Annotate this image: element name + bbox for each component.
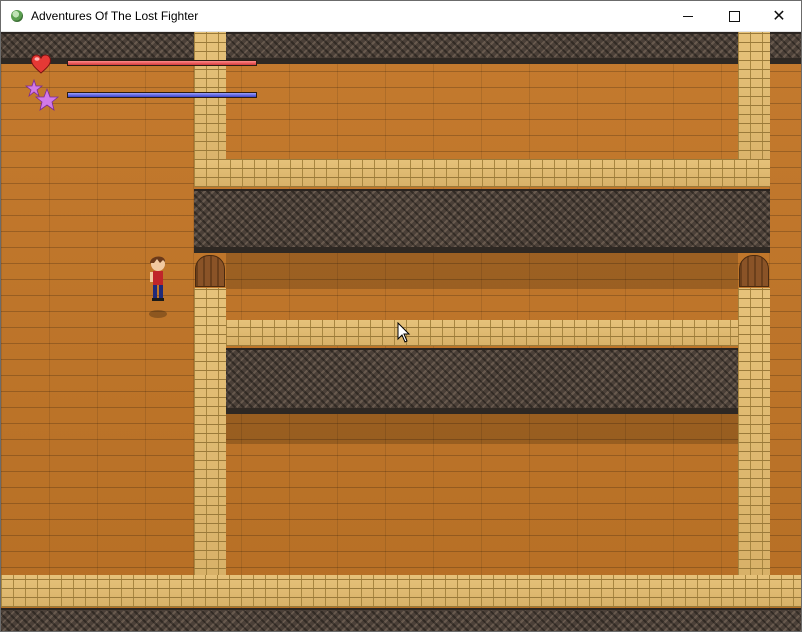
- window-title: Adventures Of The Lost Fighter: [31, 9, 199, 23]
- middle-wall-block: [226, 348, 738, 414]
- upper-wall-shadow: [226, 253, 738, 289]
- middle-ledge: [226, 320, 738, 346]
- upper-ledge: [194, 159, 770, 187]
- close-button[interactable]: ✕: [756, 1, 801, 31]
- upper-wall-block: [194, 189, 770, 253]
- player-character: [149, 256, 167, 318]
- mana-bar: [67, 92, 257, 98]
- bottom-wall: [1, 608, 801, 631]
- minimize-button[interactable]: [665, 1, 711, 31]
- maximize-icon: [728, 10, 740, 22]
- health-bar-fill: [68, 61, 256, 65]
- game-window: Adventures Of The Lost Fighter ✕: [0, 0, 802, 632]
- close-icon: ✕: [772, 6, 786, 25]
- bottom-ledge: [1, 575, 801, 607]
- right-door[interactable]: [739, 255, 769, 287]
- middle-wall-shadow: [226, 414, 738, 444]
- app-icon: [11, 10, 23, 22]
- heart-icon: [31, 54, 51, 74]
- right-pillar-lower: [738, 288, 770, 578]
- health-bar: [67, 60, 257, 66]
- game-viewport[interactable]: [1, 32, 801, 631]
- mouse-cursor: [397, 322, 411, 343]
- title-bar[interactable]: Adventures Of The Lost Fighter ✕: [1, 1, 801, 32]
- mana-bar-fill: [68, 93, 256, 97]
- left-pillar-lower: [194, 288, 226, 578]
- star-icon: [25, 79, 60, 111]
- minimize-icon: [683, 15, 693, 17]
- left-door[interactable]: [195, 255, 225, 287]
- maximize-button[interactable]: [711, 1, 757, 31]
